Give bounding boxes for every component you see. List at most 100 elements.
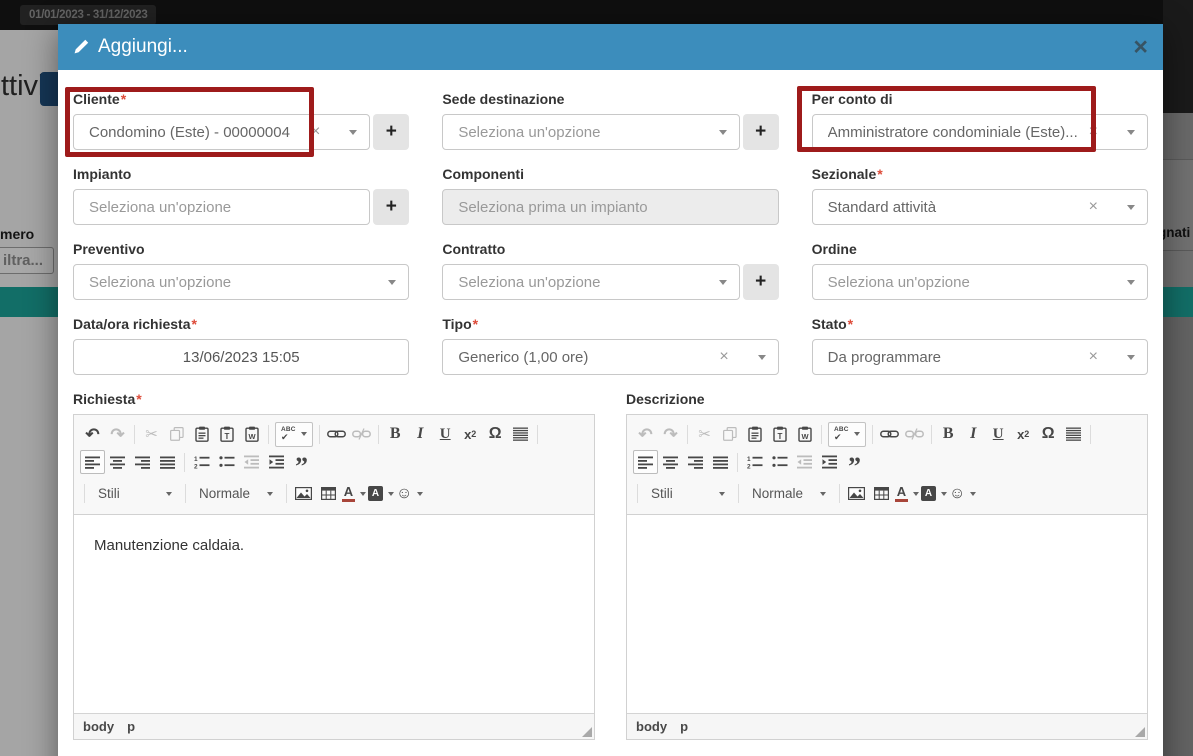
numbered-list-button[interactable]: 12 — [742, 450, 767, 474]
align-left-button[interactable] — [633, 450, 658, 474]
align-right-button[interactable] — [130, 450, 155, 474]
copy-button[interactable] — [717, 422, 742, 446]
smiley-icon: ☺ — [396, 485, 412, 503]
indent-button[interactable] — [817, 450, 842, 474]
close-icon[interactable]: × — [1133, 35, 1148, 60]
cliente-select[interactable]: Condomino (Este) - 00000004 × — [73, 114, 370, 150]
stato-select[interactable]: Da programmare × — [812, 339, 1148, 375]
copy-button[interactable] — [164, 422, 189, 446]
path-p[interactable]: p — [680, 719, 688, 734]
ordine-select[interactable]: Seleziona un'opzione — [812, 264, 1148, 300]
styles-combo[interactable]: Stili — [89, 481, 181, 507]
blockquote-button[interactable]: ” — [842, 450, 867, 474]
special-character-button[interactable]: Ω — [1036, 422, 1061, 446]
format-combo[interactable]: Normale — [190, 481, 282, 507]
cliente-add-button[interactable]: + — [373, 114, 409, 150]
sede-add-button[interactable]: + — [743, 114, 779, 150]
resize-handle[interactable] — [582, 727, 592, 737]
unlink-button[interactable] — [902, 422, 927, 446]
paste-from-word-button[interactable]: W — [239, 422, 264, 446]
blockquote-button[interactable]: ” — [289, 450, 314, 474]
justify-button[interactable] — [155, 450, 180, 474]
italic-button[interactable]: I — [961, 422, 986, 446]
bold-button[interactable]: B — [383, 422, 408, 446]
cut-button[interactable]: ✂ — [692, 422, 717, 446]
tipo-select[interactable]: Generico (1,00 ore) × — [442, 339, 778, 375]
superscript-button[interactable]: x2 — [458, 422, 483, 446]
spellcheck-button[interactable]: ABC✔ — [275, 422, 313, 447]
bulleted-list-button[interactable] — [214, 450, 239, 474]
impianto-select[interactable]: Seleziona un'opzione — [73, 189, 370, 225]
undo-button[interactable]: ↶ — [633, 422, 658, 446]
special-character-button[interactable]: Ω — [483, 422, 508, 446]
clear-icon[interactable]: × — [719, 349, 728, 365]
paste-as-text-button[interactable]: T — [214, 422, 239, 446]
sede-select[interactable]: Seleziona un'opzione — [442, 114, 739, 150]
bulleted-list-button[interactable] — [767, 450, 792, 474]
path-p[interactable]: p — [127, 719, 135, 734]
indent-button[interactable] — [264, 450, 289, 474]
path-body[interactable]: body — [83, 719, 114, 734]
datetime-input[interactable] — [73, 339, 409, 375]
clear-icon[interactable]: × — [1089, 199, 1098, 215]
paste-from-word-button[interactable]: W — [792, 422, 817, 446]
required-asterisk: * — [136, 391, 141, 407]
outdent-button[interactable] — [239, 450, 264, 474]
show-blocks-button[interactable] — [1061, 422, 1086, 446]
outdent-button[interactable] — [792, 450, 817, 474]
background-color-button[interactable]: A — [367, 482, 395, 506]
align-center-button[interactable] — [658, 450, 683, 474]
bold-button[interactable]: B — [936, 422, 961, 446]
format-combo[interactable]: Normale — [743, 481, 835, 507]
align-right-button[interactable] — [683, 450, 708, 474]
text-color-button[interactable]: A — [341, 482, 367, 506]
align-center-button[interactable] — [105, 450, 130, 474]
spellcheck-button[interactable]: ABC✔ — [828, 422, 866, 447]
richiesta-editor-body[interactable]: Manutenzione caldaia. — [74, 515, 594, 713]
cut-button[interactable]: ✂ — [139, 422, 164, 446]
preventivo-placeholder: Seleziona un'opzione — [89, 274, 374, 291]
paste-button[interactable] — [189, 422, 214, 446]
emoji-button[interactable]: ☺ — [395, 482, 424, 506]
superscript-button[interactable]: x2 — [1011, 422, 1036, 446]
undo-button[interactable]: ↶ — [80, 422, 105, 446]
link-button[interactable] — [324, 422, 349, 446]
table-icon — [321, 487, 336, 500]
image-button[interactable] — [291, 482, 316, 506]
paste-button[interactable] — [742, 422, 767, 446]
table-button[interactable] — [869, 482, 894, 506]
redo-button[interactable]: ↷ — [105, 422, 130, 446]
link-button[interactable] — [877, 422, 902, 446]
align-left-button[interactable] — [80, 450, 105, 474]
per-conto-select[interactable]: Amministratore condominiale (Este)... × — [812, 114, 1148, 150]
contratto-add-button[interactable]: + — [743, 264, 779, 300]
paste-as-text-button[interactable]: T — [767, 422, 792, 446]
table-button[interactable] — [316, 482, 341, 506]
resize-handle[interactable] — [1135, 727, 1145, 737]
show-blocks-button[interactable] — [508, 422, 533, 446]
text-color-button[interactable]: A — [894, 482, 920, 506]
field-contratto: Contratto Seleziona un'opzione + — [442, 242, 778, 300]
indent-icon — [822, 455, 838, 469]
clear-icon[interactable]: × — [1089, 349, 1098, 365]
background-color-button[interactable]: A — [920, 482, 948, 506]
underline-button[interactable]: U — [433, 422, 458, 446]
clear-icon[interactable]: × — [311, 124, 320, 140]
justify-button[interactable] — [708, 450, 733, 474]
numbered-list-button[interactable]: 12 — [189, 450, 214, 474]
path-body[interactable]: body — [636, 719, 667, 734]
emoji-button[interactable]: ☺ — [948, 482, 977, 506]
descrizione-editor-body[interactable] — [627, 515, 1147, 713]
impianto-add-button[interactable]: + — [373, 189, 409, 225]
sezionale-select[interactable]: Standard attività × — [812, 189, 1148, 225]
preventivo-select[interactable]: Seleziona un'opzione — [73, 264, 409, 300]
contratto-select[interactable]: Seleziona un'opzione — [442, 264, 739, 300]
styles-combo[interactable]: Stili — [642, 481, 734, 507]
redo-button[interactable]: ↷ — [658, 422, 683, 446]
italic-button[interactable]: I — [408, 422, 433, 446]
image-button[interactable] — [844, 482, 869, 506]
lines-icon — [513, 427, 528, 441]
underline-button[interactable]: U — [986, 422, 1011, 446]
unlink-button[interactable] — [349, 422, 374, 446]
clear-icon[interactable]: × — [1089, 124, 1098, 140]
